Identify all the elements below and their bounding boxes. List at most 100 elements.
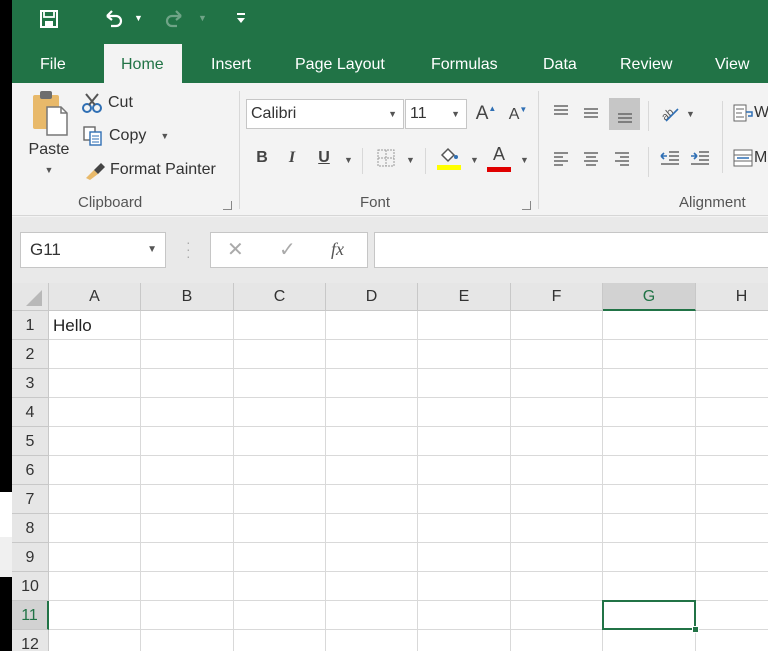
divider <box>648 101 649 131</box>
wrap-text-button[interactable]: W <box>732 99 768 127</box>
tab-insert[interactable]: Insert <box>197 44 265 83</box>
row-header-10[interactable]: 10 <box>12 572 49 601</box>
row-header-4[interactable]: 4 <box>12 398 49 427</box>
divider <box>362 148 363 174</box>
decrease-indent-icon <box>660 151 679 165</box>
fill-color-button[interactable] <box>436 143 462 173</box>
underline-dropdown-icon[interactable]: ▼ <box>344 155 353 165</box>
orientation-icon: ab <box>659 106 679 123</box>
column-header-g[interactable]: G <box>603 283 696 311</box>
insert-function-button[interactable]: fx <box>331 239 344 260</box>
save-icon[interactable] <box>39 9 59 34</box>
paste-button[interactable]: Paste ▼ <box>20 89 78 189</box>
copy-button[interactable]: Copy ▼ <box>82 124 169 148</box>
font-color-icon: A <box>492 143 505 164</box>
row-header-8[interactable]: 8 <box>12 514 49 543</box>
increase-indent-button[interactable] <box>686 145 714 171</box>
select-all-button[interactable] <box>12 283 49 311</box>
paste-dropdown-icon[interactable]: ▼ <box>45 165 54 175</box>
column-header-b[interactable]: B <box>141 283 234 311</box>
font-launcher-icon[interactable] <box>522 201 531 210</box>
tab-page-layout[interactable]: Page Layout <box>281 44 399 83</box>
gridline <box>49 426 768 427</box>
tab-view[interactable]: View <box>701 44 763 83</box>
row-header-11[interactable]: 11 <box>12 601 49 630</box>
cancel-button[interactable]: ✕ <box>227 237 244 262</box>
select-all-icon <box>26 290 42 306</box>
italic-button[interactable]: I <box>282 145 302 171</box>
enter-button[interactable]: ✓ <box>279 237 296 262</box>
paste-label: Paste <box>28 141 70 158</box>
cut-button[interactable]: Cut <box>82 91 133 115</box>
row-header-5[interactable]: 5 <box>12 427 49 456</box>
align-center-button[interactable] <box>578 145 604 171</box>
screen-edge <box>0 492 12 537</box>
customize-qat-icon[interactable] <box>236 12 246 27</box>
tab-file[interactable]: File <box>26 44 80 83</box>
fill-color-dropdown-icon[interactable]: ▼ <box>470 155 479 165</box>
column-header-d[interactable]: D <box>326 283 418 311</box>
drag-handle-icon[interactable]: · · · <box>186 235 191 263</box>
undo-dropdown-icon[interactable]: ▼ <box>134 13 143 23</box>
tab-formulas[interactable]: Formulas <box>417 44 512 83</box>
increase-indent-icon <box>691 151 709 165</box>
redo-icon[interactable] <box>164 8 186 35</box>
bottom-align-button[interactable] <box>609 98 640 130</box>
font-color-dropdown-icon[interactable]: ▼ <box>520 155 529 165</box>
formula-input[interactable] <box>374 232 768 268</box>
merge-label: M <box>754 149 768 166</box>
underline-button[interactable]: U <box>314 145 334 171</box>
row-header-7[interactable]: 7 <box>12 485 49 514</box>
undo-icon[interactable] <box>102 8 124 35</box>
row-header-3[interactable]: 3 <box>12 369 49 398</box>
borders-dropdown-icon[interactable]: ▼ <box>406 155 415 165</box>
copy-icon <box>83 126 102 146</box>
align-left-button[interactable] <box>548 145 574 171</box>
format-painter-label: Format Painter <box>110 161 216 178</box>
row-header-6[interactable]: 6 <box>12 456 49 485</box>
row-header-9[interactable]: 9 <box>12 543 49 572</box>
selected-cell-g11[interactable] <box>602 600 696 630</box>
column-header-f[interactable]: F <box>511 283 603 311</box>
borders-button[interactable] <box>374 145 398 171</box>
row-header-1[interactable]: 1 <box>12 311 49 340</box>
font-color-swatch <box>487 166 511 172</box>
copy-label: Copy <box>109 127 147 144</box>
tab-data[interactable]: Data <box>529 44 591 83</box>
chevron-down-icon: ▼ <box>451 109 460 119</box>
orientation-dropdown-icon[interactable]: ▼ <box>686 109 695 119</box>
bold-button[interactable]: B <box>252 145 272 171</box>
column-header-a[interactable]: A <box>49 283 141 311</box>
redo-dropdown-icon[interactable]: ▼ <box>198 13 207 23</box>
tab-home[interactable]: Home <box>104 44 182 83</box>
name-box[interactable]: G11 ▼ <box>20 232 166 268</box>
gridline <box>49 542 768 543</box>
merge-center-button[interactable]: M <box>732 145 767 171</box>
column-header-h[interactable]: H <box>696 283 768 311</box>
copy-dropdown-icon[interactable]: ▼ <box>160 131 169 141</box>
clipboard-launcher-icon[interactable] <box>223 201 232 210</box>
tab-review[interactable]: Review <box>606 44 686 83</box>
row-header-12[interactable]: 12 <box>12 630 49 651</box>
merge-icon <box>733 149 753 167</box>
font-name-select[interactable]: Calibri ▼ <box>246 99 404 129</box>
align-right-button[interactable] <box>609 145 635 171</box>
middle-align-button[interactable] <box>578 97 604 127</box>
orientation-button[interactable]: ab <box>656 98 682 126</box>
font-size-value: 11 <box>410 105 427 122</box>
up-caret-icon: ▲ <box>488 103 497 113</box>
column-header-c[interactable]: C <box>234 283 326 311</box>
column-header-e[interactable]: E <box>418 283 511 311</box>
decrease-font-size-button[interactable]: A ▼ <box>505 103 531 127</box>
cut-label: Cut <box>108 94 133 111</box>
cell-a1[interactable]: Hello <box>53 316 92 336</box>
decrease-indent-button[interactable] <box>656 145 684 171</box>
format-painter-button[interactable]: Format Painter <box>84 158 216 182</box>
clipboard-group-label: Clipboard <box>78 194 143 211</box>
font-size-select[interactable]: 11 ▼ <box>405 99 467 129</box>
fill-handle[interactable] <box>692 626 699 633</box>
increase-font-size-button[interactable]: A ▲ <box>473 101 499 127</box>
row-header-2[interactable]: 2 <box>12 340 49 369</box>
font-color-button[interactable]: A <box>486 143 512 173</box>
top-align-button[interactable] <box>548 97 574 127</box>
